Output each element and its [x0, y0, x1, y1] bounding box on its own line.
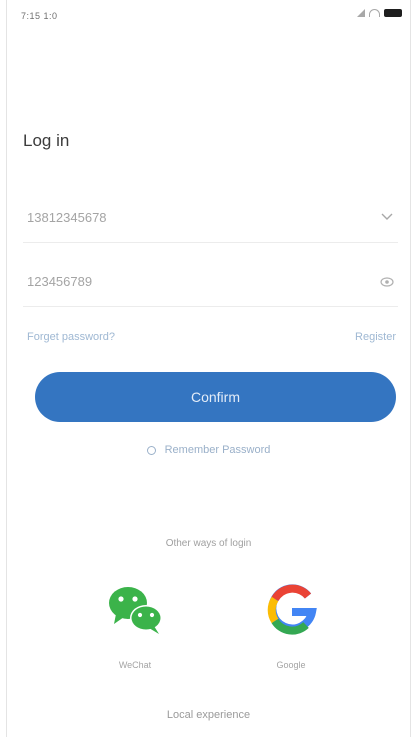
page-title: Log in [23, 131, 70, 150]
wechat-label: WeChat [118, 660, 152, 670]
battery-icon [384, 9, 402, 17]
other-login-label: Other ways of login [165, 538, 252, 549]
google-label: Google [276, 660, 306, 670]
google-icon [267, 584, 317, 635]
eye-icon[interactable] [380, 276, 394, 288]
local-experience-link[interactable]: Local experience [7, 709, 410, 721]
status-icons [357, 9, 402, 17]
password-field[interactable] [23, 270, 398, 307]
remember-checkbox[interactable] [146, 445, 156, 455]
status-time: 7:15 1:0 [21, 11, 58, 21]
password-input[interactable] [27, 274, 327, 289]
signal-icon [357, 9, 365, 17]
confirm-button[interactable]: Confirm [35, 372, 396, 422]
links-row: Forget password? Register [27, 331, 396, 347]
remember-label: Remember Password [164, 444, 271, 456]
register-link[interactable]: Register [355, 331, 396, 343]
forgot-password-link[interactable]: Forget password? [27, 331, 115, 343]
wechat-login-button[interactable]: WeChat [100, 582, 170, 674]
wechat-icon [109, 587, 162, 634]
remember-password-row[interactable]: Remember Password [7, 444, 410, 456]
login-screen: 7:15 1:0 Log in Forget password? Registe… [6, 0, 411, 737]
wifi-icon [369, 9, 380, 17]
status-bar: 7:15 1:0 [7, 0, 410, 34]
confirm-button-label: Confirm [190, 389, 240, 405]
chevron-down-icon[interactable] [380, 210, 394, 224]
phone-input[interactable] [27, 210, 327, 225]
google-login-button[interactable]: Google [256, 582, 326, 674]
phone-field[interactable] [23, 206, 398, 243]
